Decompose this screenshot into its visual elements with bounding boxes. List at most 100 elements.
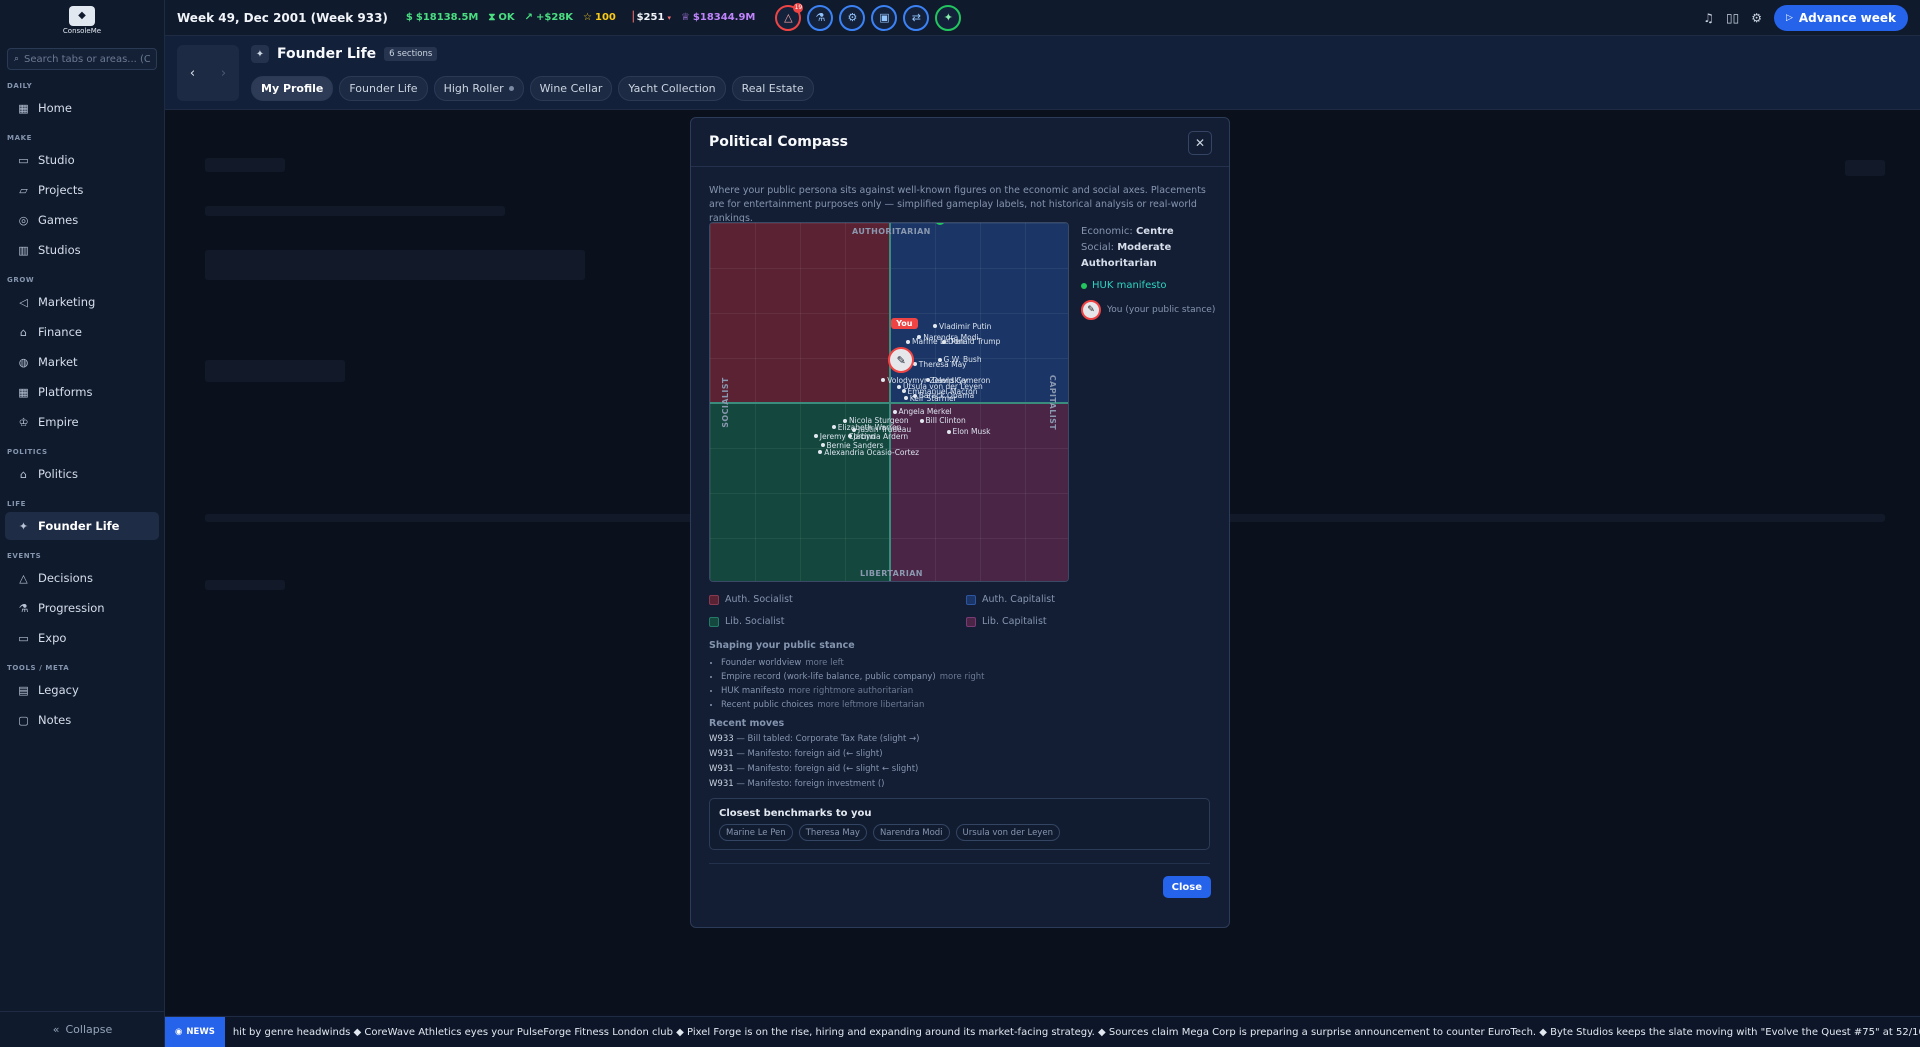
forward-button[interactable]: › [208, 45, 239, 101]
folder-icon: ▱ [19, 183, 28, 197]
collapse-button[interactable]: « Collapse [0, 1011, 165, 1047]
sidebar-item-progression[interactable]: ⚗ Progression [5, 594, 159, 622]
sidebar-item-politics[interactable]: ⌂ Politics [5, 460, 159, 488]
quick-actions: △ 19 ⚗ ⚙ ▣ ⇄ ✦ [775, 2, 962, 31]
save-button[interactable]: ▣ [871, 4, 898, 31]
building-icon: ▥ [18, 243, 29, 257]
sidebar-item-studios[interactable]: ▥ Studios [5, 236, 159, 264]
valuation-stat: ♕ $18344.9M [681, 12, 755, 23]
sidebar-item-legacy[interactable]: ▤ Legacy [5, 676, 159, 704]
sidebar-item-projects[interactable]: ▱ Projects [5, 176, 159, 204]
legend-label: Auth. Capitalist [982, 594, 1055, 605]
pen-icon: ✎ [896, 353, 906, 367]
founder-life-quick-button[interactable]: ✦ [935, 4, 962, 31]
gear-icon[interactable]: ⚙ [1751, 11, 1762, 25]
sidebar-item-decisions[interactable]: △ Decisions [5, 564, 159, 592]
book-open-icon[interactable]: ▯▯ [1726, 11, 1739, 25]
sidebar-item-market[interactable]: ◍ Market [5, 348, 159, 376]
tab-my-profile[interactable]: My Profile [251, 76, 334, 101]
sidebar-item-label: Projects [38, 183, 84, 197]
sidebar-item-home[interactable]: ▦ Home [5, 94, 159, 122]
sections-badge: 6 sections [384, 47, 438, 61]
disk-icon: ▣ [879, 11, 890, 24]
close-icon[interactable]: ✕ [1188, 131, 1212, 155]
logo-icon: ◆ [69, 5, 95, 26]
sidebar-item-label: Decisions [38, 571, 93, 585]
figure-point: Theresa May [912, 359, 967, 369]
legend-label: Lib. Socialist [725, 616, 785, 627]
list-item: W931 — Manifesto: foreign aid (← slight) [709, 747, 920, 762]
chart-icon: ▕ [625, 12, 634, 23]
sidebar-item-label: Studio [38, 153, 75, 167]
back-button[interactable]: ‹ [177, 45, 208, 101]
stock-value: $251 [636, 12, 665, 23]
news-text: hit by genre headwinds ◆ CoreWave Athlet… [232, 1026, 1920, 1038]
app-logo[interactable]: ◆ ConsoleMe [0, 0, 164, 40]
benchmark-chip[interactable]: Marine Le Pen [719, 824, 793, 841]
figure-label: Keir Starmer [909, 393, 957, 403]
benchmark-chip[interactable]: Ursula von der Leyen [955, 824, 1060, 841]
economic-value: Centre [1135, 226, 1174, 237]
sidebar-item-expo[interactable]: ▭ Expo [5, 624, 159, 652]
sidebar-item-founder-life[interactable]: ✦ Founder Life [5, 512, 159, 540]
sidebar-item-label: Founder Life [38, 519, 120, 533]
advance-week-button[interactable]: ▷ Advance week [1773, 4, 1908, 31]
figure-label: Donald Trump [948, 337, 1001, 347]
shaping-label: Recent public choices [721, 700, 814, 710]
sidebar-item-label: Studios [38, 243, 81, 257]
close-button[interactable]: Close [1162, 876, 1211, 898]
benchmark-chips: Marine Le Pen Theresa May Narendra Modi … [719, 824, 1060, 841]
list-item: Recent public choicesmore leftmore liber… [721, 698, 984, 712]
sidebar-item-platforms[interactable]: ▦ Platforms [5, 378, 159, 406]
sidebar-item-games[interactable]: ◎ Games [5, 206, 159, 234]
warning-icon: △ [784, 11, 793, 24]
modal-description: Where your public persona sits against w… [709, 185, 1206, 224]
tab-high-roller[interactable]: High Roller [433, 76, 524, 101]
note-icon: ▢ [18, 713, 29, 727]
legend-label: Lib. Capitalist [982, 616, 1047, 627]
section-daily: DAILY [7, 82, 33, 90]
sidebar-item-studio[interactable]: ▭ Studio [5, 146, 159, 174]
sidebar-item-empire[interactable]: ♔ Empire [5, 408, 159, 436]
tab-real-estate[interactable]: Real Estate [731, 76, 814, 101]
valuation-value: $18344.9M [692, 12, 756, 23]
tab-founder-life[interactable]: Founder Life [339, 76, 428, 101]
section-events: EVENTS [7, 552, 42, 560]
megaphone-icon: ◁ [19, 295, 28, 309]
move-week: W931 [709, 779, 734, 789]
tab-yacht-collection[interactable]: Yacht Collection [618, 76, 726, 101]
grid-icon: ▦ [18, 101, 29, 115]
move-week: W931 [709, 764, 734, 774]
you-badge: You [891, 318, 918, 330]
search-input[interactable] [24, 53, 150, 65]
sidebar: ◆ ConsoleMe ⌕ DAILY ▦ Home MAKE ▭ Studio ▱… [0, 0, 165, 1047]
figure-label: Bill Clinton [925, 416, 966, 425]
figure-point: Keir Starmer [903, 393, 957, 403]
chevrons-left-icon: « [52, 1023, 60, 1036]
you-legend: ✎ You (your public stance) [1081, 300, 1221, 320]
research-button[interactable]: ⚗ [807, 4, 834, 31]
page-header: ‹ › ✦ Founder Life 6 sections My Profile… [165, 36, 1920, 110]
music-icon[interactable]: ♫ [1703, 11, 1714, 25]
search-box[interactable]: ⌕ [7, 48, 157, 70]
tab-wine-cellar[interactable]: Wine Cellar [529, 76, 613, 101]
shaping-effect: more left [805, 658, 844, 668]
star-icon: ☆ [583, 12, 593, 23]
figure-dot [933, 324, 937, 328]
transfer-button[interactable]: ⇄ [903, 4, 930, 31]
figure-label: Theresa May [918, 359, 967, 369]
sidebar-item-notes[interactable]: ▢ Notes [5, 706, 159, 734]
sidebar-item-marketing[interactable]: ◁ Marketing [5, 288, 159, 316]
settings-quick-button[interactable]: ⚙ [839, 4, 866, 31]
shaping-effect: more right [939, 672, 985, 682]
move-week: W933 [709, 734, 734, 744]
sparkles-icon: ✦ [251, 45, 269, 63]
alerts-button[interactable]: △ 19 [775, 2, 804, 31]
figure-point: Alexandria Ocasio-Cortez [818, 448, 919, 457]
legend-lib-socialist: Lib. Socialist [709, 616, 784, 627]
benchmark-chip[interactable]: Theresa May [798, 824, 867, 841]
move-week: W931 [709, 749, 734, 759]
benchmark-chip[interactable]: Narendra Modi [872, 824, 950, 841]
presentation-icon: ▭ [18, 631, 29, 645]
sidebar-item-finance[interactable]: ⌂ Finance [5, 318, 159, 346]
